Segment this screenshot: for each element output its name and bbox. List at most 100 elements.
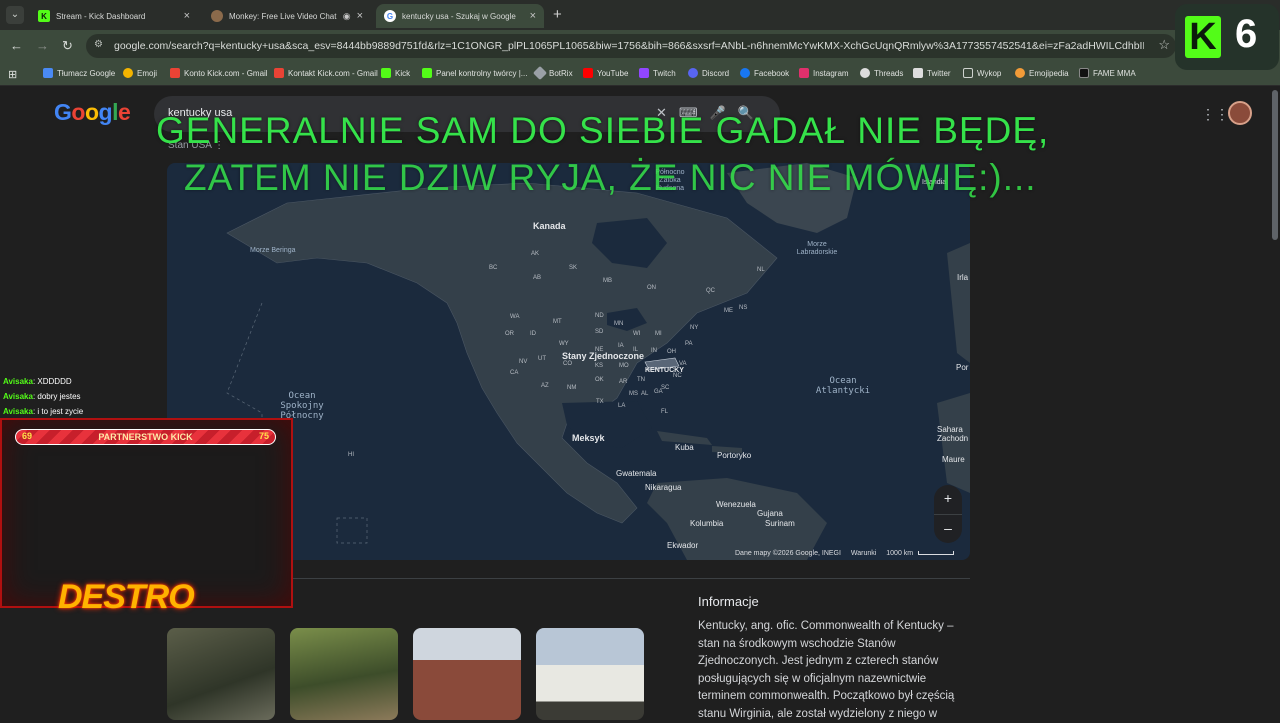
twitch-icon <box>639 68 649 78</box>
progress-label: PARTNERSTWO KICK <box>98 432 193 442</box>
translate-icon <box>43 68 53 78</box>
state-label: VA <box>679 361 687 367</box>
overlay-text-line1: GENERALNIE SAM DO SIEBIE GADAŁ NIE BĘDĘ, <box>156 110 1050 151</box>
tab-kick-dashboard[interactable]: K Stream - Kick Dashboard × <box>30 4 198 28</box>
map-label-portugal: Por <box>956 363 969 372</box>
zoom-out-button[interactable]: – <box>934 514 962 543</box>
bookmark-label: YouTube <box>597 68 629 78</box>
bookmark-item[interactable]: Emojipedia <box>1015 68 1069 78</box>
reload-icon[interactable]: ↻ <box>62 38 73 54</box>
close-icon[interactable]: × <box>357 10 363 22</box>
bookmark-item[interactable]: Instagram <box>799 68 849 78</box>
map-attribution: Dane mapy ©2026 Google, INEGI Warunki 10… <box>735 550 955 557</box>
close-icon[interactable]: × <box>184 10 190 22</box>
bookmark-label: Wykop <box>977 68 1002 78</box>
kick-icon: K <box>38 10 50 22</box>
state-label: QC <box>706 288 715 294</box>
tab-google-search[interactable]: G kentucky usa - Szukaj w Google × <box>376 4 544 28</box>
bookmark-label: Twitch <box>653 68 676 78</box>
botrix-icon <box>532 65 548 81</box>
tab-search-button[interactable]: ⌄ <box>6 6 24 24</box>
bookmark-item[interactable]: Tłumacz Google <box>43 68 115 78</box>
bookmark-label: Tłumacz Google <box>57 68 116 78</box>
map-label-ireland: Irla <box>957 273 969 282</box>
state-label: SD <box>595 329 604 335</box>
europe-edge-shape <box>947 243 970 363</box>
info-description: Kentucky, ang. ofic. Commonwealth of Ken… <box>698 620 955 720</box>
threads-icon <box>860 68 870 78</box>
forward-icon[interactable]: → <box>36 38 49 53</box>
image-thumbnail[interactable] <box>413 628 521 720</box>
bookmark-item[interactable]: Panel kontrolny twórcy |... <box>422 68 527 78</box>
audio-icon[interactable]: ◉ <box>343 11 351 22</box>
address-bar[interactable]: ⚙ google.com/search?q=kentucky+usa&sca_e… <box>86 34 1176 58</box>
bookmark-item[interactable]: Facebook <box>740 68 789 78</box>
bookmark-item[interactable]: Kontakt Kick.com - Gmail <box>274 68 378 78</box>
state-label: ME <box>724 308 733 314</box>
back-icon[interactable]: ← <box>10 38 23 53</box>
map-scale-bar <box>918 551 955 555</box>
state-label: NY <box>690 325 699 331</box>
image-thumbnail[interactable] <box>167 628 275 720</box>
x-icon <box>913 68 923 78</box>
image-thumbnail[interactable] <box>536 628 644 720</box>
site-info-icon[interactable]: ⚙ <box>94 39 103 50</box>
state-label: NV <box>519 359 528 365</box>
map-label-pacific: Ocean Spokojny Północny <box>280 391 324 421</box>
url-text[interactable]: google.com/search?q=kentucky+usa&sca_esv… <box>114 40 1144 52</box>
bookmark-item[interactable]: Konto Kick.com - Gmail <box>170 68 268 78</box>
bookmark-label: Twitter <box>927 68 951 78</box>
state-label: AB <box>533 275 542 281</box>
tab-title: Stream - Kick Dashboard <box>56 11 146 21</box>
bookmark-item[interactable]: Kick <box>381 68 410 78</box>
bookmark-item[interactable]: Twitter <box>913 68 951 78</box>
kick-icon <box>381 68 391 78</box>
account-avatar[interactable] <box>1228 101 1252 125</box>
map-terms-link[interactable]: Warunki <box>851 550 876 557</box>
state-label: NE <box>595 347 604 353</box>
zoom-in-button[interactable]: + <box>934 485 962 514</box>
map-label-sahara: Sahara Zachodn <box>937 425 969 443</box>
bookmark-label: Konto Kick.com - Gmail <box>184 68 268 78</box>
bookmark-label: Kontakt Kick.com - Gmail <box>288 68 378 78</box>
bookmark-label: Threads <box>874 68 904 78</box>
bookmark-label: Kick <box>395 68 411 78</box>
google-logo[interactable]: Google <box>54 99 131 126</box>
bookmark-item[interactable]: BotRix <box>532 65 573 81</box>
state-label: CA <box>510 370 519 376</box>
bookmark-item[interactable]: YouTube <box>583 68 628 78</box>
bookmark-item[interactable]: Discord <box>688 68 729 78</box>
new-tab-button[interactable]: + <box>553 6 562 23</box>
state-label: IA <box>618 343 624 349</box>
instagram-icon <box>799 68 809 78</box>
tab-monkey[interactable]: Monkey: Free Live Video Chat ◉ × <box>203 4 371 28</box>
google-apps-icon[interactable]: ⋮⋮ <box>1201 106 1229 123</box>
state-label: AL <box>641 391 649 397</box>
close-icon[interactable]: × <box>530 10 536 22</box>
map-label-nicaragua: Nikaragua <box>645 483 682 492</box>
map-label-hawaii: HI <box>348 452 354 458</box>
state-label: MO <box>619 363 629 369</box>
scrollbar[interactable] <box>1272 90 1278 240</box>
youtube-icon <box>583 68 593 78</box>
discord-icon <box>688 68 698 78</box>
state-label: NS <box>739 305 748 311</box>
chat-username: Avisaka <box>3 377 33 386</box>
progress-goal: 75 <box>258 431 269 441</box>
bookmark-label: Emoji <box>137 68 158 78</box>
state-label: WA <box>510 314 520 320</box>
bookmark-item[interactable]: Twitch <box>639 68 676 78</box>
map-label-cuba: Kuba <box>675 443 694 452</box>
image-thumbnail[interactable] <box>290 628 398 720</box>
bookmark-star-icon[interactable]: ☆ <box>1158 37 1170 53</box>
state-label: CO <box>563 361 572 367</box>
bookmark-label: BotRix <box>549 68 573 78</box>
bookmark-item[interactable]: Threads <box>860 68 903 78</box>
bookmark-item[interactable]: Emoji <box>123 68 157 78</box>
state-label: ID <box>530 331 536 337</box>
map-label-labrador: Morze Labradorskie <box>796 241 838 256</box>
bookmark-item[interactable]: FAME MMA <box>1079 68 1136 78</box>
apps-icon[interactable]: ⊞ <box>8 68 17 81</box>
chat-message: Avisaka: dobry jestes <box>3 392 81 401</box>
bookmark-item[interactable]: Wykop <box>963 68 1001 78</box>
